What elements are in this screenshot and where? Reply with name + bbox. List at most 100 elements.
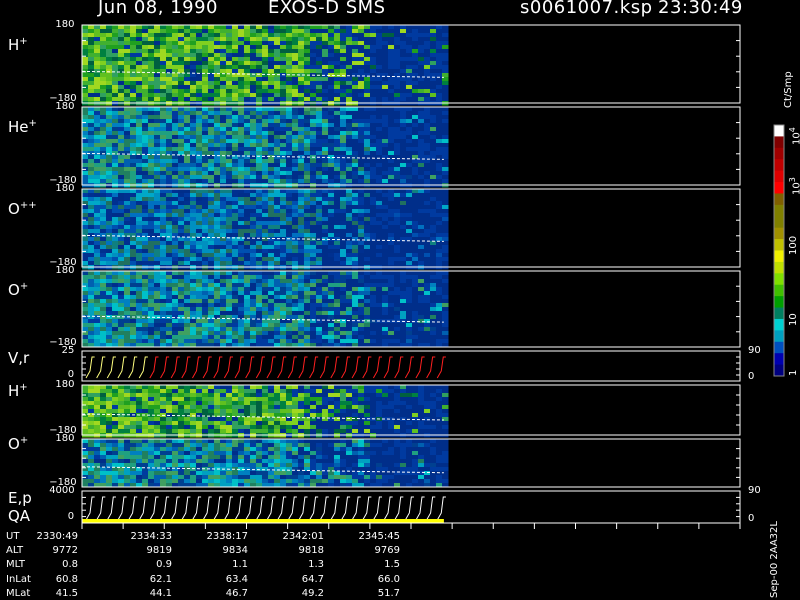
spectrogram-cell [250, 261, 257, 266]
spectrogram-cell [442, 147, 449, 152]
spectrogram-cell [310, 287, 317, 292]
spectrogram-cell [118, 155, 125, 160]
spectrogram-cell [316, 97, 323, 102]
spectrogram-cell [106, 275, 113, 280]
spectrogram-cell [418, 57, 425, 62]
spectrogram-cell [112, 37, 119, 42]
spectrogram-cell [376, 241, 383, 246]
spectrogram-cell [106, 339, 113, 344]
panel-4-lines [85, 356, 446, 379]
spectrogram-cell [172, 171, 179, 176]
spectrogram-cell [262, 323, 269, 328]
spectrogram-cell [400, 271, 407, 276]
spectrogram-cell [124, 279, 131, 284]
spectrogram-cell [118, 261, 125, 266]
spectrogram-cell [256, 115, 263, 120]
spectrogram-cell [310, 283, 317, 288]
spectrogram-cell [196, 33, 203, 38]
spectrogram-cell [292, 119, 299, 124]
spectrogram-cell [274, 151, 281, 156]
spectrogram-cell [190, 81, 197, 86]
spectrogram-cell [190, 299, 197, 304]
spectrogram-cell [178, 279, 185, 284]
spectrogram-cell [412, 299, 419, 304]
spectrogram-cell [118, 253, 125, 258]
spectrogram-cell [280, 163, 287, 168]
spectrogram-cell [316, 253, 323, 258]
spectrogram-cell [418, 335, 425, 340]
spectrogram-cell [436, 315, 443, 320]
spectrogram-cell [184, 237, 191, 242]
spectrogram-cell [244, 291, 251, 296]
spectrogram-cell [148, 111, 155, 116]
spectrogram-cell [196, 213, 203, 218]
spectrogram-cell [304, 279, 311, 284]
spectrogram-cell [268, 77, 275, 82]
spectrogram-cell [166, 271, 173, 276]
spectrogram-cell [106, 111, 113, 116]
spectrogram-cell [148, 37, 155, 42]
spectrogram-cell [124, 225, 131, 230]
spectrogram-cell [352, 299, 359, 304]
spectrogram-cell [412, 249, 419, 254]
spectrogram-cell [358, 303, 365, 308]
spectrogram-cell [412, 261, 419, 266]
spectrogram-cell [250, 167, 257, 172]
spectrogram-cell [178, 257, 185, 262]
spectrogram-cell [190, 111, 197, 116]
spectrogram-cell [88, 189, 95, 194]
spectrogram-cell [94, 85, 101, 90]
spectrogram-cell [346, 303, 353, 308]
spectrogram-cell [256, 179, 263, 184]
spectrogram-cell [388, 163, 395, 168]
spectrogram-cell [394, 221, 401, 226]
spectrogram-cell [172, 209, 179, 214]
spectrogram-cell [292, 93, 299, 98]
spectrogram-cell [322, 97, 329, 102]
spectrogram-cell [166, 229, 173, 234]
spectrogram-cell [154, 89, 161, 94]
spectrogram-cell [178, 253, 185, 258]
spectrogram-cell [292, 275, 299, 280]
spectrogram-cell [256, 77, 263, 82]
spectrogram-cell [196, 81, 203, 86]
spectrogram-cell [340, 209, 347, 214]
spectrogram-cell [232, 283, 239, 288]
spectrogram-cell [370, 111, 377, 116]
spectrogram-cell [136, 111, 143, 116]
spectrogram-cell [106, 245, 113, 250]
spectrogram-cell [364, 73, 371, 78]
spectrogram-cell [136, 303, 143, 308]
spectrogram-cell [370, 229, 377, 234]
spectrogram-cell [100, 89, 107, 94]
spectrogram-cell [262, 275, 269, 280]
spectrogram-cell [154, 295, 161, 300]
spectrogram-cell [112, 193, 119, 198]
spectrogram-cell [232, 327, 239, 332]
spectrogram-cell [436, 111, 443, 116]
spectrogram-cell [262, 143, 269, 148]
spectrogram-cell [220, 33, 227, 38]
spectrogram-cell [442, 107, 449, 112]
spectrogram-cell [292, 159, 299, 164]
spectrogram-cell [130, 37, 137, 42]
spectrogram-cell [82, 311, 89, 316]
spectrogram-cell [316, 213, 323, 218]
spectrogram-cell [274, 163, 281, 168]
spectrogram-cell [268, 159, 275, 164]
spectrogram-cell [358, 97, 365, 102]
spectrogram-cell [94, 295, 101, 300]
spectrogram-cell [304, 53, 311, 58]
spectrogram-cell [424, 291, 431, 296]
spectrogram-cell [442, 135, 449, 140]
spectrogram-cell [148, 159, 155, 164]
spectrogram-cell [346, 189, 353, 194]
spectrogram-cell [256, 261, 263, 266]
spectrogram-cell [244, 127, 251, 132]
spectrogram-cell [196, 323, 203, 328]
spectrogram-cell [370, 217, 377, 222]
spectrogram-cell [274, 25, 281, 30]
spectrogram-cell [418, 275, 425, 280]
spectrogram-cell [346, 57, 353, 62]
spectrogram-cell [262, 291, 269, 296]
